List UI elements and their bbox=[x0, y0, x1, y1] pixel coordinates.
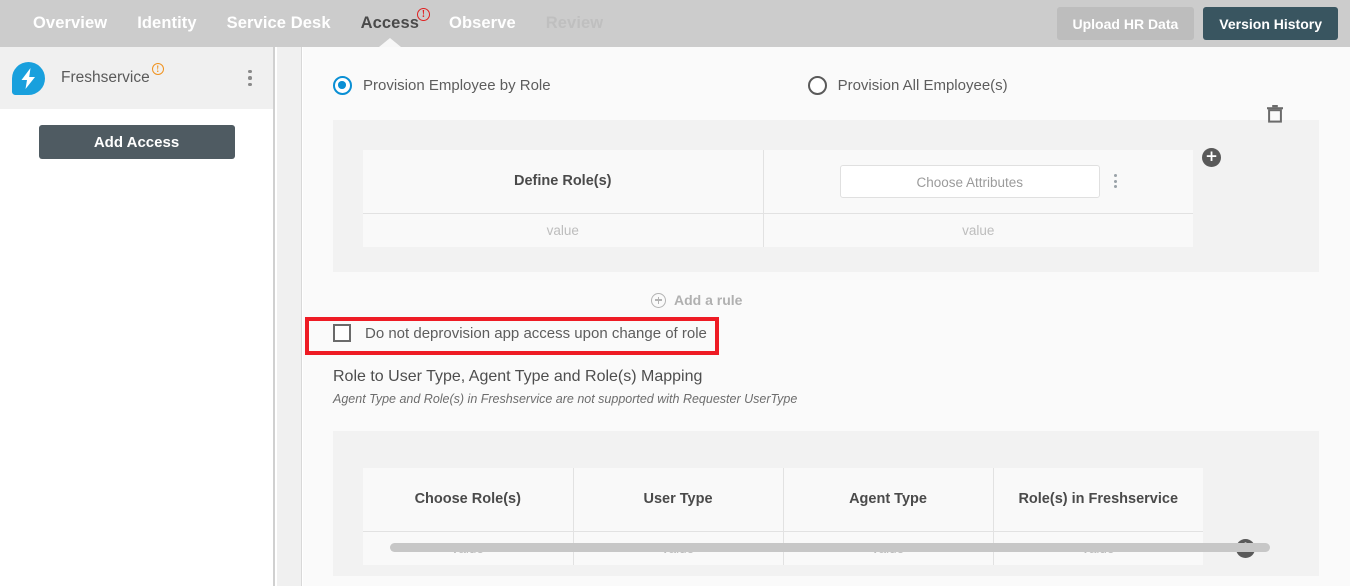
role-mapping-card: Choose Role(s) User Type Agent Type Role… bbox=[333, 431, 1319, 576]
freshservice-logo-icon bbox=[12, 61, 45, 95]
column-header-agent-type: Agent Type bbox=[783, 468, 994, 532]
tab-access[interactable]: Access ! bbox=[346, 0, 434, 47]
version-history-button[interactable]: Version History bbox=[1203, 7, 1338, 40]
table-header-row: Choose Role(s) User Type Agent Type Role… bbox=[363, 468, 1203, 532]
tab-identity-label: Identity bbox=[137, 14, 197, 32]
content-scroll-gutter[interactable] bbox=[277, 47, 302, 586]
tab-observe-label: Observe bbox=[449, 14, 516, 32]
tab-identity[interactable]: Identity bbox=[122, 0, 211, 47]
provision-mode-radio-group: Provision Employee by Role Provision All… bbox=[303, 47, 1350, 95]
mapping-section-subtitle: Agent Type and Role(s) in Freshservice a… bbox=[333, 392, 798, 406]
active-tab-pointer-icon bbox=[378, 38, 401, 47]
radio-unselected-icon bbox=[807, 76, 827, 95]
kebab-dot bbox=[248, 82, 252, 87]
sidebar-app-name-label: Freshservice bbox=[61, 69, 150, 86]
radio-provision-employee-by-role[interactable]: Provision Employee by Role bbox=[333, 76, 551, 95]
warning-icon: ! bbox=[417, 8, 431, 21]
app-warning-icon: ! bbox=[151, 63, 164, 75]
tab-access-label: Access bbox=[360, 14, 420, 32]
tab-overview[interactable]: Overview bbox=[18, 0, 122, 47]
app-more-options-icon[interactable] bbox=[241, 69, 259, 87]
kebab-dot bbox=[248, 69, 252, 74]
tab-review[interactable]: Review bbox=[531, 0, 618, 47]
plus-circle-icon bbox=[651, 292, 666, 308]
cell-attributes-value[interactable]: value bbox=[763, 213, 1193, 247]
main-content: Provision Employee by Role Provision All… bbox=[303, 47, 1350, 586]
delete-rule-icon[interactable] bbox=[1266, 104, 1284, 129]
column-header-choose-roles: Choose Role(s) bbox=[363, 468, 574, 532]
do-not-deprovision-checkbox[interactable] bbox=[333, 324, 351, 342]
table-header-row: Define Role(s) Choose Attributes bbox=[363, 150, 1193, 214]
sidebar-app-name: Freshservice ! bbox=[61, 63, 164, 87]
topbar-actions: Upload HR Data Version History bbox=[1056, 7, 1338, 40]
column-header-define-roles: Define Role(s) bbox=[363, 150, 764, 214]
kebab-dot bbox=[1113, 179, 1117, 183]
add-access-container: Add Access bbox=[0, 109, 273, 159]
choose-attributes-input[interactable]: Choose Attributes bbox=[839, 164, 1100, 198]
column-header-user-type: User Type bbox=[573, 468, 784, 532]
add-access-button[interactable]: Add Access bbox=[38, 125, 235, 159]
column-header-roles-in-freshservice: Role(s) in Freshservice bbox=[993, 468, 1203, 532]
cell-define-roles-value[interactable]: value bbox=[363, 213, 764, 247]
do-not-deprovision-checkbox-row[interactable]: Do not deprovision app access upon chang… bbox=[333, 324, 707, 342]
mapping-table-horizontal-scrollbar[interactable] bbox=[390, 543, 1270, 552]
app-root: Overview Identity Service Desk Access ! … bbox=[0, 0, 1350, 586]
add-a-rule-link[interactable]: Add a rule bbox=[643, 292, 742, 308]
top-navigation-bar: Overview Identity Service Desk Access ! … bbox=[0, 0, 1350, 47]
do-not-deprovision-label: Do not deprovision app access upon chang… bbox=[365, 324, 707, 342]
sidebar-item-freshservice[interactable]: Freshservice ! bbox=[0, 47, 273, 109]
table-row: value value bbox=[363, 213, 1193, 247]
tab-service-desk-label: Service Desk bbox=[226, 14, 331, 32]
define-roles-card: Define Role(s) Choose Attributes value v… bbox=[333, 105, 1319, 272]
radio-provision-employee-by-role-label: Provision Employee by Role bbox=[363, 77, 551, 94]
add-a-rule-label: Add a rule bbox=[674, 292, 743, 308]
tab-overview-label: Overview bbox=[33, 14, 108, 32]
sidebar: Freshservice ! Add Access bbox=[0, 47, 275, 586]
define-roles-table: Define Role(s) Choose Attributes value v… bbox=[363, 150, 1193, 247]
kebab-dot bbox=[248, 76, 252, 80]
radio-provision-all-employees-label: Provision All Employee(s) bbox=[837, 77, 1008, 94]
tab-service-desk[interactable]: Service Desk bbox=[212, 0, 346, 47]
column-header-choose-attributes: Choose Attributes bbox=[763, 150, 1193, 214]
kebab-dot bbox=[1113, 174, 1117, 178]
tab-review-label: Review bbox=[545, 14, 604, 32]
add-role-row-button[interactable]: + bbox=[1202, 148, 1221, 167]
radio-selected-icon bbox=[333, 76, 352, 95]
tab-observe[interactable]: Observe bbox=[434, 0, 531, 47]
mapping-section-title: Role to User Type, Agent Type and Role(s… bbox=[333, 368, 703, 385]
nav-tabs: Overview Identity Service Desk Access ! … bbox=[18, 0, 618, 47]
radio-provision-all-employees[interactable]: Provision All Employee(s) bbox=[807, 76, 1008, 95]
attributes-more-options-icon[interactable] bbox=[1113, 174, 1117, 189]
upload-hr-data-button[interactable]: Upload HR Data bbox=[1056, 7, 1195, 40]
kebab-dot bbox=[1113, 185, 1117, 189]
